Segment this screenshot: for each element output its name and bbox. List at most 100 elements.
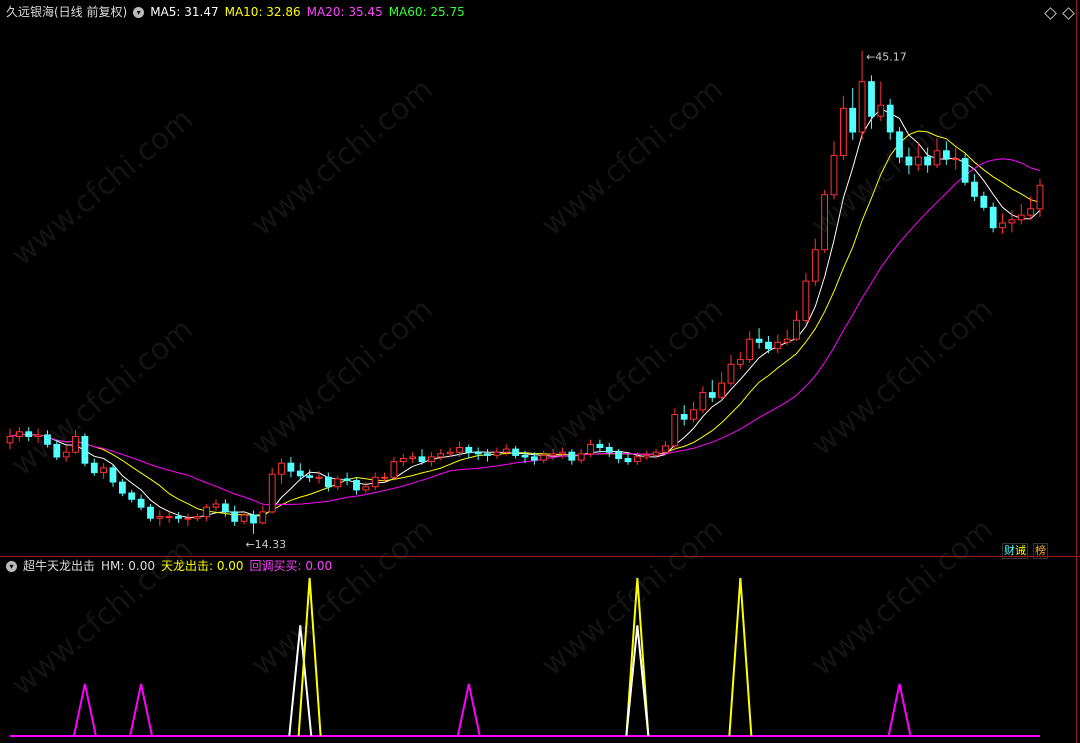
candle-body bbox=[680, 414, 688, 420]
candle-body bbox=[690, 409, 697, 420]
candle-body bbox=[540, 454, 548, 461]
candle-body bbox=[1036, 184, 1044, 210]
candle-body bbox=[184, 517, 192, 520]
candle-body bbox=[961, 158, 969, 183]
candle-body bbox=[119, 481, 126, 494]
candle-body bbox=[615, 451, 623, 460]
candle-body bbox=[53, 443, 61, 458]
indicator-spike bbox=[887, 683, 912, 737]
candle-body bbox=[643, 454, 651, 458]
candle-body bbox=[652, 451, 660, 456]
high-price-label: ←45.17 bbox=[866, 51, 907, 64]
stock-chart-window[interactable]: 久远银海(日线 前复权) ▾ MA5: 31.47 MA10: 32.86 MA20: … bbox=[0, 0, 1080, 743]
candle-body bbox=[381, 476, 388, 479]
candle-body bbox=[568, 451, 576, 461]
candle-body bbox=[334, 478, 342, 488]
candle-body bbox=[222, 503, 229, 513]
indicator-spike bbox=[728, 577, 753, 737]
candle-body bbox=[746, 338, 754, 361]
candle-body bbox=[840, 107, 847, 156]
candle-body bbox=[905, 156, 913, 166]
candle-body bbox=[914, 156, 922, 166]
candle-body bbox=[531, 456, 538, 461]
candle-body bbox=[165, 516, 173, 519]
candle-body bbox=[212, 503, 220, 508]
candle-body bbox=[268, 473, 276, 513]
candle-body bbox=[437, 453, 445, 458]
candle-body bbox=[231, 511, 239, 522]
candle-body bbox=[774, 341, 782, 350]
low-price-label: ←14.33 bbox=[245, 538, 286, 551]
candle-body bbox=[765, 341, 772, 350]
candle-body bbox=[559, 451, 566, 455]
candle-body bbox=[634, 456, 641, 463]
indicator-spike bbox=[129, 683, 154, 737]
candle-body bbox=[727, 363, 735, 384]
candle-body bbox=[465, 447, 473, 453]
candle-body bbox=[278, 462, 285, 475]
candle-body bbox=[896, 131, 903, 158]
candle-body bbox=[428, 456, 435, 463]
candle-body bbox=[802, 280, 810, 321]
candle-body bbox=[718, 382, 726, 398]
candle-body bbox=[989, 206, 997, 229]
candle-body bbox=[456, 447, 463, 453]
candle-body bbox=[371, 476, 379, 488]
candle-body bbox=[287, 462, 295, 472]
candle-body bbox=[362, 486, 370, 491]
candle-body bbox=[671, 414, 679, 447]
candle-body bbox=[624, 458, 632, 463]
candle-body bbox=[980, 195, 988, 208]
candle-body bbox=[933, 150, 941, 166]
candle-body bbox=[858, 81, 866, 133]
candle-body bbox=[399, 458, 407, 463]
candle-body bbox=[971, 181, 978, 197]
candle-body bbox=[109, 467, 117, 483]
indicator-spike bbox=[72, 683, 97, 737]
candle-body bbox=[6, 436, 14, 444]
price-chart[interactable]: ←45.17 ←14.33 bbox=[0, 0, 1080, 743]
candle-body bbox=[72, 436, 79, 453]
candle-body bbox=[886, 104, 894, 133]
candle-body bbox=[193, 516, 201, 519]
candle-body bbox=[493, 451, 501, 456]
candle-body bbox=[596, 443, 604, 448]
candle-body bbox=[90, 462, 98, 474]
candle-body bbox=[418, 456, 426, 463]
candle-body bbox=[343, 478, 351, 481]
candle-body bbox=[943, 150, 950, 160]
candle-body bbox=[44, 434, 51, 445]
candle-body bbox=[577, 453, 585, 461]
candle-body bbox=[296, 470, 304, 477]
candle-body bbox=[999, 222, 1006, 229]
candle-body bbox=[502, 448, 510, 453]
candle-body bbox=[315, 476, 323, 479]
candle-body bbox=[849, 107, 857, 133]
candle-body bbox=[353, 480, 360, 491]
candle-body bbox=[34, 434, 42, 437]
candle-body bbox=[137, 498, 145, 508]
candle-body bbox=[325, 476, 332, 488]
candle-body bbox=[446, 451, 454, 455]
candle-body bbox=[100, 467, 107, 474]
candle-body bbox=[605, 447, 613, 453]
candle-body bbox=[699, 392, 707, 411]
candle-body bbox=[484, 453, 491, 456]
candle-body bbox=[250, 514, 257, 524]
candle-body bbox=[306, 475, 314, 478]
candle-body bbox=[175, 516, 182, 519]
candle-body bbox=[587, 443, 594, 455]
candle-body bbox=[924, 156, 932, 166]
candle-body bbox=[830, 155, 838, 196]
candle-body bbox=[811, 249, 819, 282]
candle-body bbox=[156, 516, 164, 519]
candle-body bbox=[708, 392, 716, 398]
candle-body bbox=[737, 359, 744, 365]
candle-body bbox=[1017, 214, 1025, 221]
candle-body bbox=[1008, 219, 1016, 224]
candle-body bbox=[549, 453, 557, 456]
candle-body bbox=[793, 319, 800, 340]
candle-body bbox=[259, 511, 267, 524]
candle-body bbox=[409, 456, 417, 459]
candle-body bbox=[662, 445, 669, 453]
